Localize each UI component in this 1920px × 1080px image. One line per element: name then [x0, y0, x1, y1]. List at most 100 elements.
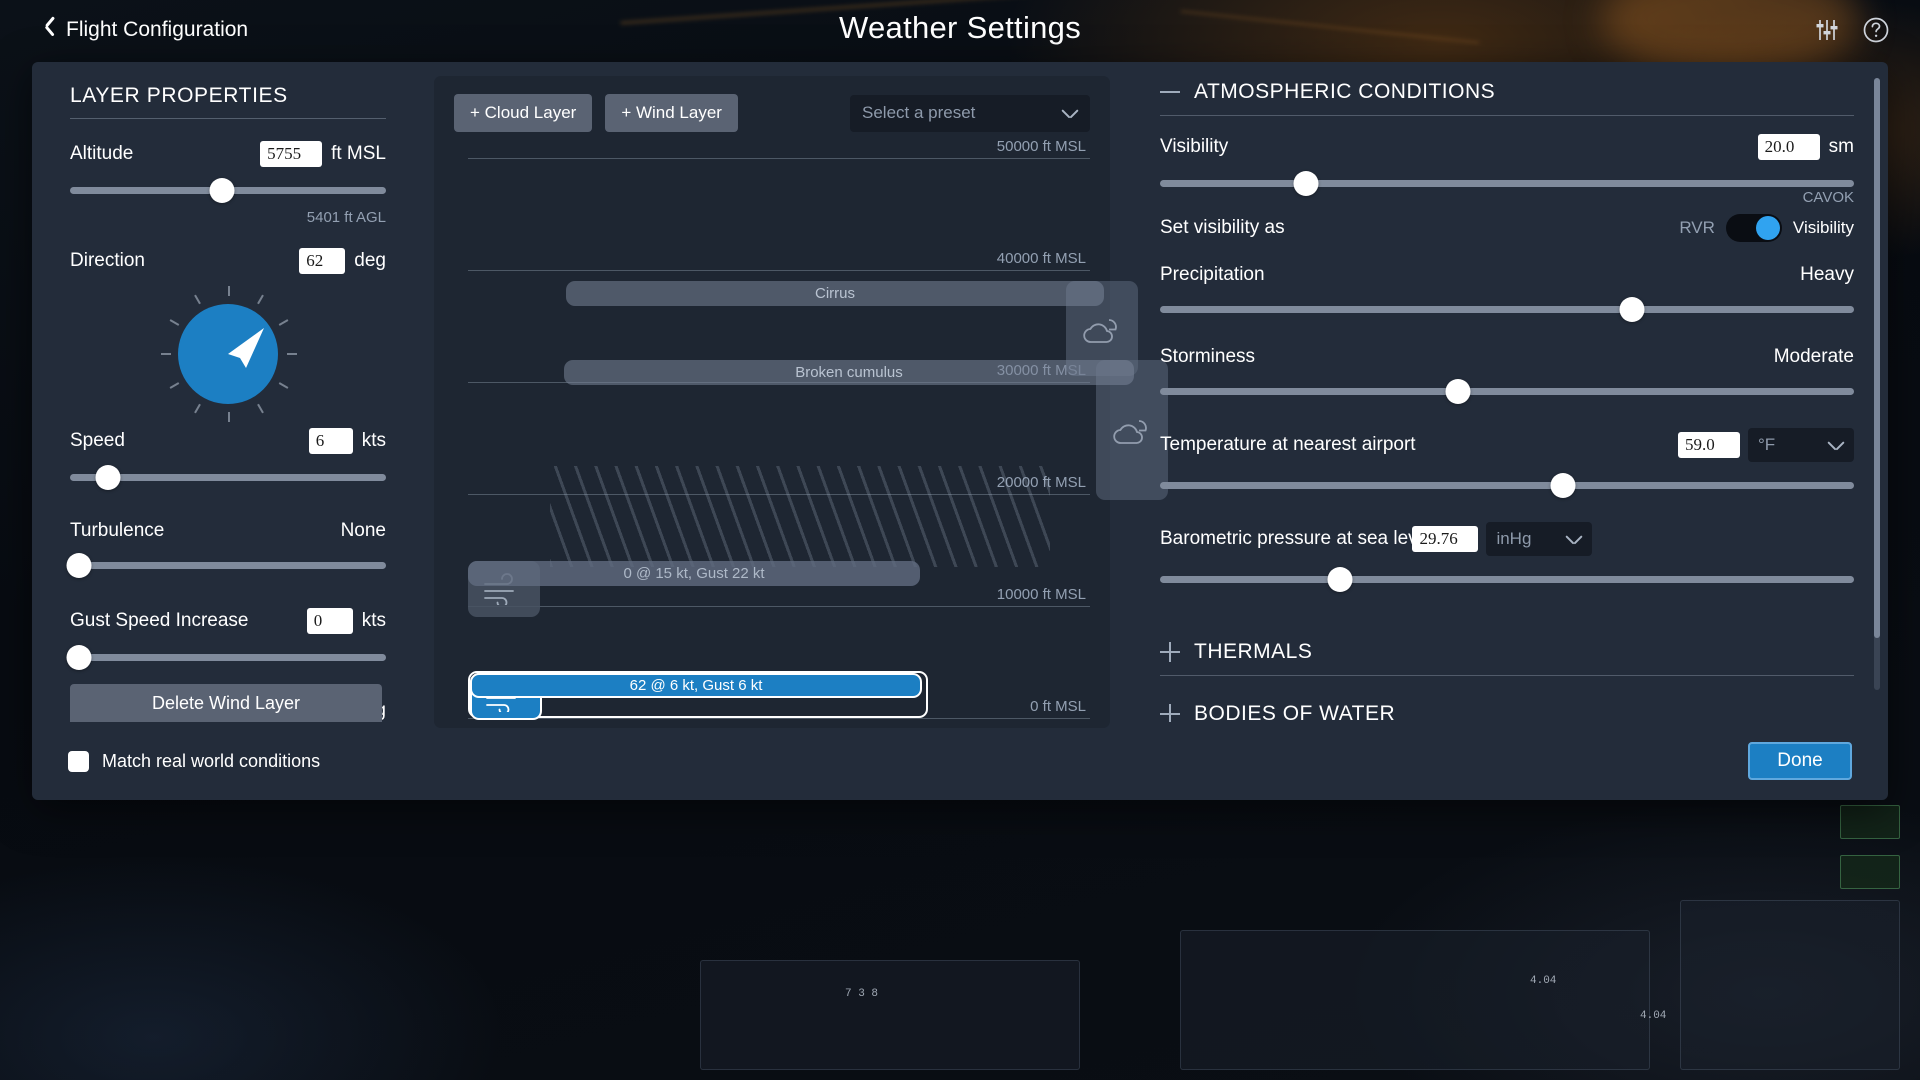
turbulence-value: None [340, 520, 386, 541]
visibility-label-option: Visibility [1792, 218, 1854, 237]
plus-icon [1160, 704, 1180, 722]
divider [70, 118, 386, 119]
storminess-slider[interactable] [1160, 376, 1854, 406]
toggle-knob [1755, 216, 1780, 240]
visibility-label: Visibility [1160, 136, 1229, 157]
page-title: Weather Settings [838, 10, 1082, 45]
pressure-slider-knob[interactable] [1327, 567, 1353, 592]
chart-gridline-label: 40000 ft MSL [996, 250, 1086, 267]
temperature-slider[interactable] [1160, 470, 1854, 500]
visibility-slider[interactable] [1160, 168, 1854, 198]
precipitation-row: Precipitation Heavy [1160, 264, 1854, 286]
layers-panel: + Cloud Layer + Wind Layer Select a pres… [422, 62, 1168, 728]
atmospheric-conditions-title: ATMOSPHERIC CONDITIONS [1194, 80, 1496, 103]
altitude-slider-knob[interactable] [209, 178, 235, 203]
add-cloud-layer-button[interactable]: + Cloud Layer [454, 94, 593, 132]
precipitation-slider[interactable] [1160, 294, 1854, 324]
speed-unit: kts [361, 430, 386, 451]
cavok-label: CAVOK [1802, 189, 1854, 206]
layer-properties-title: LAYER PROPERTIES [70, 84, 288, 107]
divider [1160, 675, 1854, 676]
chart-layer-label[interactable]: Cirrus [566, 281, 1104, 307]
add-wind-layer-button[interactable]: + Wind Layer [605, 94, 738, 132]
storminess-row: Storminess Moderate [1160, 346, 1854, 368]
chart-layer-label[interactable]: Broken cumulus [564, 359, 1134, 385]
chart-layer-wind[interactable]: 62 @ 6 kt, Gust 6 kt [468, 670, 928, 720]
compass-tick [287, 353, 297, 355]
pressure-unit-value: inHg [1496, 529, 1532, 548]
temperature-unit-select[interactable]: °F [1748, 428, 1854, 462]
direction-input[interactable] [299, 248, 346, 274]
temperature-slider-knob[interactable] [1550, 473, 1576, 498]
turbulence-row: Turbulence None [70, 520, 386, 542]
speed-row: Speed kts [70, 428, 386, 454]
bodies-of-water-header[interactable]: BODIES OF WATER [1160, 702, 1854, 722]
visibility-row: Visibility sm [1160, 134, 1854, 160]
gust-speed-unit: kts [361, 610, 386, 631]
scrollbar-thumb[interactable] [1874, 78, 1880, 638]
pressure-unit-select[interactable]: inHg [1486, 522, 1593, 556]
precipitation-value: Heavy [1800, 264, 1854, 285]
speed-slider[interactable] [70, 462, 386, 492]
visibility-mode-label: Set visibility as [1160, 217, 1285, 238]
gust-speed-slider-knob[interactable] [66, 645, 92, 670]
altitude-input[interactable] [260, 141, 323, 167]
chart-layer-label[interactable]: 62 @ 6 kt, Gust 6 kt [470, 672, 922, 698]
precipitation-slider-knob[interactable] [1619, 297, 1645, 322]
temperature-input[interactable] [1678, 432, 1740, 458]
gust-speed-row: Gust Speed Increase kts [70, 608, 386, 634]
right-panel-scrollbar[interactable] [1874, 78, 1880, 690]
turbulence-slider-knob[interactable] [66, 553, 92, 578]
compass-tick [228, 286, 230, 296]
bg-instrument-panel [700, 960, 1080, 1070]
chart-layer-wind[interactable]: 0 @ 15 kt, Gust 22 kt [468, 561, 928, 618]
pressure-slider[interactable] [1160, 564, 1854, 594]
compass-tick [228, 412, 230, 422]
bg-instrument-panel [1180, 930, 1650, 1070]
altitude-slider[interactable] [70, 175, 386, 205]
chart-layer-label[interactable]: 0 @ 15 kt, Gust 22 kt [468, 561, 920, 587]
altitude-agl-note: 5401 ft AGL [306, 209, 386, 226]
chart-gridline [468, 270, 1090, 271]
preset-select-value: Select a preset [862, 103, 976, 122]
chart-gridline [468, 718, 1090, 719]
chart-gridline-label: 10000 ft MSL [996, 586, 1086, 603]
preset-select[interactable]: Select a preset [850, 94, 1090, 132]
visibility-input[interactable] [1757, 134, 1820, 160]
temperature-label: Temperature at nearest airport [1160, 434, 1416, 455]
speed-input[interactable] [308, 428, 353, 454]
visibility-unit: sm [1828, 136, 1854, 157]
visibility-slider-knob[interactable] [1293, 171, 1319, 196]
help-circle-icon[interactable] [1862, 16, 1890, 49]
bg-instrument-panel [1680, 900, 1900, 1070]
chevron-down-icon [1828, 441, 1844, 450]
storminess-slider-knob[interactable] [1445, 379, 1471, 404]
delete-wind-layer-button[interactable]: Delete Wind Layer [70, 684, 382, 722]
bodies-of-water-title: BODIES OF WATER [1194, 702, 1396, 722]
thermals-header[interactable]: THERMALS [1160, 640, 1854, 664]
turbulence-slider[interactable] [66, 550, 386, 580]
direction-unit: deg [354, 250, 386, 271]
atmospheric-conditions-panel: ATMOSPHERIC CONDITIONS Visibility sm [1132, 62, 1888, 722]
pressure-input[interactable] [1412, 526, 1479, 552]
done-button[interactable]: Done [1748, 742, 1852, 780]
direction-compass[interactable] [70, 278, 386, 428]
atmospheric-conditions-header[interactable]: ATMOSPHERIC CONDITIONS [1160, 80, 1854, 104]
weather-settings-dialog: LAYER PROPERTIES Altitude ft MSL 5401 ft… [32, 62, 1888, 800]
top-bar: Flight Configuration Weather Settings [0, 0, 1920, 62]
visibility-mode-row: Set visibility as CAVOK RVR Visibility [1160, 189, 1854, 242]
pressure-row: Barometric pressure at sea level inHg [1160, 522, 1854, 556]
layer-properties-panel: LAYER PROPERTIES Altitude ft MSL 5401 ft… [32, 62, 422, 722]
sliders-icon[interactable] [1814, 17, 1840, 48]
thermals-title: THERMALS [1194, 640, 1313, 663]
chevron-down-icon [1566, 535, 1582, 544]
chart-layer-cloud[interactable]: Broken cumulus [564, 359, 1168, 500]
match-real-world-checkbox[interactable] [68, 750, 89, 772]
altitude-unit: ft MSL [331, 143, 386, 164]
gust-speed-input[interactable] [306, 608, 353, 634]
speed-slider-knob[interactable] [95, 465, 121, 490]
gust-speed-slider[interactable] [66, 642, 386, 672]
visibility-mode-toggle[interactable] [1725, 214, 1782, 242]
temperature-row: Temperature at nearest airport °F [1160, 428, 1854, 462]
layers-toolbar: + Cloud Layer + Wind Layer Select a pres… [454, 94, 1090, 132]
